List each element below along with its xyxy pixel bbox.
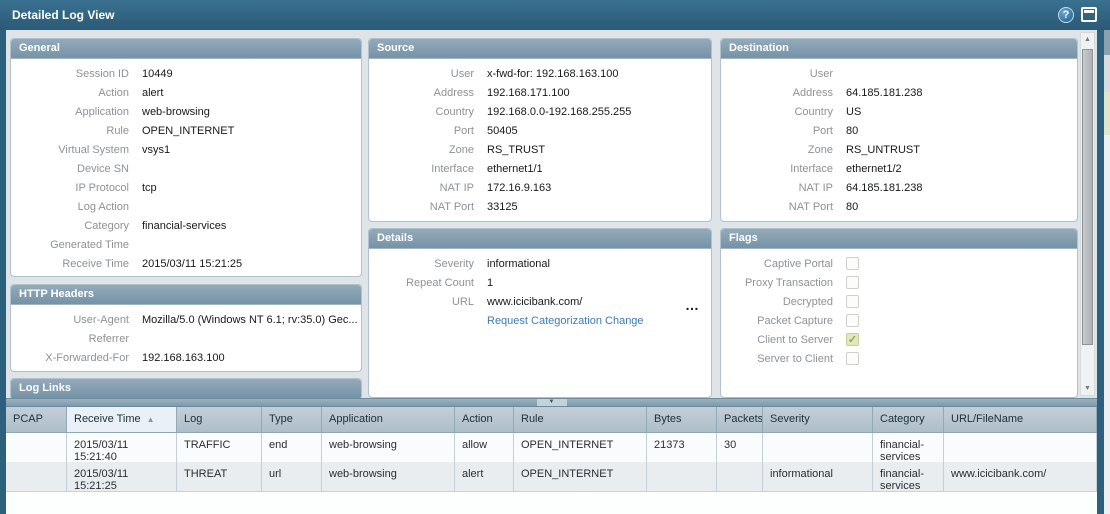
field-source-zone: ZoneRS_TRUST <box>369 140 711 159</box>
vertical-scrollbar[interactable]: ▲ ▼ <box>1080 32 1095 396</box>
field-dest-zone: ZoneRS_UNTRUST <box>721 140 1077 159</box>
destination-panel-header: Destination <box>721 39 1077 59</box>
dialog-right-border <box>1097 30 1104 514</box>
column-header-type[interactable]: Type <box>262 407 322 432</box>
field-source-address: Address192.168.171.100 <box>369 83 711 102</box>
field-rule: RuleOPEN_INTERNET <box>11 121 361 140</box>
background-page-edge <box>1104 30 1110 514</box>
column-header-packets[interactable]: Packets <box>717 407 763 432</box>
help-icon-glyph: ? <box>1063 9 1070 21</box>
field-source-nat-ip: NAT IP172.16.9.163 <box>369 178 711 197</box>
field-source-nat-port: NAT Port33125 <box>369 197 711 216</box>
check-icon: ✓ <box>847 334 858 346</box>
captive-portal-checkbox[interactable]: ✓ <box>846 257 859 270</box>
field-generated-time: Generated Time <box>11 235 361 254</box>
field-dest-nat-ip: NAT IP64.185.181.238 <box>721 178 1077 197</box>
decrypted-checkbox[interactable]: ✓ <box>846 295 859 308</box>
field-x-forwarded-for: X-Forwarded-For192.168.163.100 <box>11 348 361 367</box>
log-links-panel: Log Links <box>10 378 362 398</box>
source-panel-header: Source <box>369 39 711 59</box>
column-header-action[interactable]: Action <box>455 407 514 432</box>
flag-client-to-server: Client to Server✓ <box>721 330 1077 349</box>
field-receive-time: Receive Time2015/03/11 15:21:25 <box>11 254 361 273</box>
field-dest-user: User <box>721 64 1077 83</box>
flag-server-to-client: Server to Client✓ <box>721 349 1077 368</box>
more-options-button[interactable]: … <box>685 301 701 309</box>
scroll-down-button[interactable]: ▼ <box>1081 382 1094 395</box>
sort-ascending-icon: ▲ <box>147 415 155 424</box>
column-header-application[interactable]: Application <box>322 407 455 432</box>
field-dest-nat-port: NAT Port80 <box>721 197 1077 216</box>
field-source-user: Userx-fwd-for: 192.168.163.100 <box>369 64 711 83</box>
general-panel: General Session ID10449 Actionalert Appl… <box>10 38 362 277</box>
panel-table-splitter[interactable]: ▼ <box>6 398 1097 407</box>
dialog-titlebar: Detailed Log View ? <box>0 0 1110 30</box>
source-panel: Source Userx-fwd-for: 192.168.163.100 Ad… <box>368 38 712 222</box>
field-dest-interface: Interfaceethernet1/2 <box>721 159 1077 178</box>
window-icon[interactable] <box>1081 7 1097 22</box>
column-header-url-filename[interactable]: URL/FileName <box>944 407 1097 432</box>
flags-panel: Flags Captive Portal✓ Proxy Transaction✓… <box>720 228 1078 398</box>
field-ip-protocol: IP Protocoltcp <box>11 178 361 197</box>
dialog-title: Detailed Log View <box>12 0 114 30</box>
packet-capture-checkbox[interactable]: ✓ <box>846 314 859 327</box>
field-category: Categoryfinancial-services <box>11 216 361 235</box>
column-header-severity[interactable]: Severity <box>763 407 873 432</box>
field-severity: Severityinformational <box>369 254 711 273</box>
field-action: Actionalert <box>11 83 361 102</box>
column-header-bytes[interactable]: Bytes <box>647 407 717 432</box>
table-row[interactable]: 2015/03/11 15:21:40 TRAFFIC end web-brow… <box>6 433 1097 462</box>
field-referrer: Referrer <box>11 329 361 348</box>
field-dest-port: Port80 <box>721 121 1077 140</box>
splitter-collapse-icon[interactable]: ▼ <box>537 399 567 406</box>
flag-captive-portal: Captive Portal✓ <box>721 254 1077 273</box>
field-user-agent: User-AgentMozilla/5.0 (Windows NT 6.1; r… <box>11 310 361 329</box>
scroll-up-icon: ▲ <box>1084 36 1091 43</box>
column-header-pcap[interactable]: PCAP <box>6 407 67 432</box>
log-links-panel-header: Log Links <box>11 379 361 398</box>
window-icon-glyph <box>1084 10 1094 13</box>
field-source-interface: Interfaceethernet1/1 <box>369 159 711 178</box>
column-header-category[interactable]: Category <box>873 407 944 432</box>
flag-proxy-transaction: Proxy Transaction✓ <box>721 273 1077 292</box>
column-header-rule[interactable]: Rule <box>514 407 647 432</box>
general-panel-header: General <box>11 39 361 59</box>
field-source-country: Country192.168.0.0-192.168.255.255 <box>369 102 711 121</box>
field-dest-address: Address64.185.181.238 <box>721 83 1077 102</box>
field-device-sn: Device SN <box>11 159 361 178</box>
field-session-id: Session ID10449 <box>11 64 361 83</box>
field-repeat-count: Repeat Count1 <box>369 273 711 292</box>
field-virtual-system: Virtual Systemvsys1 <box>11 140 361 159</box>
proxy-transaction-checkbox[interactable]: ✓ <box>846 276 859 289</box>
destination-panel: Destination User Address64.185.181.238 C… <box>720 38 1078 222</box>
server-to-client-checkbox[interactable]: ✓ <box>846 352 859 365</box>
table-header-row: PCAP Receive Time▲ Log Type Application … <box>6 407 1097 433</box>
field-dest-country: CountryUS <box>721 102 1077 121</box>
table-row[interactable]: 2015/03/11 15:21:25 THREAT url web-brows… <box>6 462 1097 492</box>
help-icon[interactable]: ? <box>1058 7 1074 23</box>
request-categorization-change-row: Request Categorization Change <box>369 311 711 330</box>
scroll-down-icon: ▼ <box>1084 385 1091 392</box>
client-to-server-checkbox[interactable]: ✓ <box>846 333 859 346</box>
http-headers-panel-header: HTTP Headers <box>11 285 361 305</box>
field-source-port: Port50405 <box>369 121 711 140</box>
log-links-table: PCAP Receive Time▲ Log Type Application … <box>6 407 1097 514</box>
http-headers-panel: HTTP Headers User-AgentMozilla/5.0 (Wind… <box>10 284 362 372</box>
scrollbar-thumb[interactable] <box>1082 49 1093 345</box>
field-log-action: Log Action <box>11 197 361 216</box>
flags-panel-header: Flags <box>721 229 1077 249</box>
details-panel-header: Details <box>369 229 711 249</box>
details-panel: Details Severityinformational Repeat Cou… <box>368 228 712 398</box>
field-url: URLwww.icicibank.com/ <box>369 292 711 311</box>
log-detail-panels: General Session ID10449 Actionalert Appl… <box>6 30 1082 398</box>
detailed-log-view-dialog: Detailed Log View ? General Session ID10… <box>0 0 1110 514</box>
request-categorization-change-link[interactable]: Request Categorization Change <box>487 315 644 327</box>
scroll-up-button[interactable]: ▲ <box>1081 33 1094 46</box>
flag-packet-capture: Packet Capture✓ <box>721 311 1077 330</box>
column-header-receive-time[interactable]: Receive Time▲ <box>67 407 177 432</box>
column-header-log[interactable]: Log <box>177 407 262 432</box>
flag-decrypted: Decrypted✓ <box>721 292 1077 311</box>
field-application: Applicationweb-browsing <box>11 102 361 121</box>
